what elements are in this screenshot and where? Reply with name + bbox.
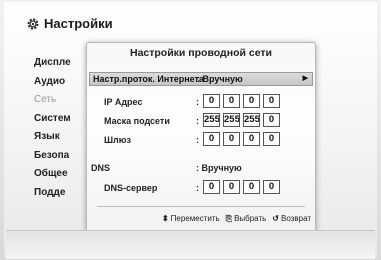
dns-mode-value[interactable]: : Вручную xyxy=(196,163,242,173)
hint-back: ↺ Возврат xyxy=(272,214,311,224)
select-icon: ⎘ xyxy=(225,214,233,223)
bottom-bar xyxy=(6,230,375,259)
gateway-label: Шлюз xyxy=(104,135,131,145)
protocol-value: : Вручную xyxy=(197,74,243,84)
menu-item-system[interactable]: Систем xyxy=(34,110,94,129)
hint-select: ⎘ Выбрать xyxy=(226,214,267,224)
menu-item-network[interactable]: Сеть xyxy=(34,91,94,110)
subnet-mask-label: Маска подсети xyxy=(104,116,170,126)
ip-octet-2[interactable]: 0 xyxy=(223,94,240,108)
dns-server-colon: : xyxy=(196,183,199,193)
dialog-title: Настройки проводной сети xyxy=(129,47,272,59)
dns-octet-4[interactable]: 0 xyxy=(263,180,280,194)
wired-network-dialog: Настройки проводной сети Настр.проток. И… xyxy=(86,42,316,234)
mask-octet-2[interactable]: 255 xyxy=(223,113,240,127)
menu-item-audio[interactable]: Аудио xyxy=(34,73,94,92)
gateway-octet-4[interactable]: 0 xyxy=(263,132,280,146)
dns-octet-3[interactable]: 0 xyxy=(243,180,260,194)
ip-octet-1[interactable]: 0 xyxy=(203,94,220,108)
hint-move-label: Переместить xyxy=(170,214,220,223)
mask-octet-4[interactable]: 0 xyxy=(263,113,280,127)
return-icon: ↺ xyxy=(272,214,279,223)
page-title: Настройки xyxy=(44,16,113,31)
ip-colon: : xyxy=(196,97,199,107)
dns-octet-2[interactable]: 0 xyxy=(223,180,240,194)
header: Настройки xyxy=(26,16,113,31)
dns-octet-1[interactable]: 0 xyxy=(203,180,220,194)
mask-octet-3[interactable]: 255 xyxy=(243,113,260,127)
menu-item-language[interactable]: Язык xyxy=(34,128,94,147)
menu-item-general[interactable]: Общее xyxy=(34,165,94,184)
key-hints: ⬍ Переместить ⎘ Выбрать ↺ Возврат xyxy=(93,214,311,224)
protocol-label: Настр.проток. Интернета xyxy=(93,74,204,84)
move-arrows-icon: ⬍ xyxy=(161,214,169,223)
menu-item-support[interactable]: Подде xyxy=(34,184,94,203)
gateway-field[interactable]: 0 0 0 0 xyxy=(203,132,283,146)
mask-colon: : xyxy=(196,116,199,126)
gateway-octet-3[interactable]: 0 xyxy=(243,132,260,146)
menu-item-security[interactable]: Безопа xyxy=(34,147,94,166)
dns-server-label: DNS-сервер xyxy=(104,183,158,193)
hint-back-label: Возврат xyxy=(281,214,311,223)
settings-screen: Настройки Диспле Аудио Сеть Систем Язык … xyxy=(4,2,377,258)
ip-address-field[interactable]: 0 0 0 0 xyxy=(203,94,283,108)
divider xyxy=(97,206,305,207)
dns-label: DNS xyxy=(91,163,111,173)
dns-server-field[interactable]: 0 0 0 0 xyxy=(203,180,283,194)
ip-octet-3[interactable]: 0 xyxy=(243,94,260,108)
gateway-colon: : xyxy=(196,135,199,145)
gear-icon xyxy=(27,18,39,29)
hint-move: ⬍ Переместить xyxy=(162,214,220,224)
protocol-setting-row[interactable]: Настр.проток. Интернета : Вручную ▶ xyxy=(89,72,313,86)
mask-octet-1[interactable]: 255 xyxy=(203,113,220,127)
settings-menu: Диспле Аудио Сеть Систем Язык Безопа Общ… xyxy=(34,54,94,202)
subnet-mask-field[interactable]: 255 255 255 0 xyxy=(203,113,283,127)
gateway-octet-1[interactable]: 0 xyxy=(203,132,220,146)
menu-item-display[interactable]: Диспле xyxy=(34,54,94,73)
ip-address-label: IP Адрес xyxy=(104,97,143,107)
ip-octet-4[interactable]: 0 xyxy=(263,94,280,108)
gateway-octet-2[interactable]: 0 xyxy=(223,132,240,146)
chevron-right-icon: ▶ xyxy=(302,75,308,82)
hint-select-label: Выбрать xyxy=(234,214,267,223)
